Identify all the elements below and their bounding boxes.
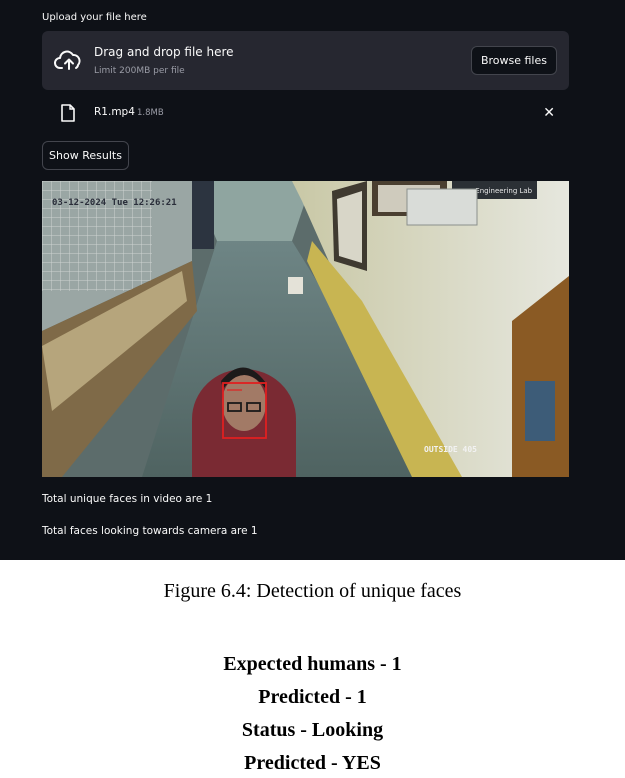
browse-files-button[interactable]: Browse files xyxy=(470,46,557,75)
looking-faces-result: Total faces looking towards camera are 1 xyxy=(42,525,258,537)
dropzone-limit: Limit 200MB per file xyxy=(94,66,185,76)
unique-faces-result: Total unique faces in video are 1 xyxy=(42,493,213,505)
camera-label-overlay: OUTSIDE 405 xyxy=(424,445,477,454)
status-line: Status - Looking xyxy=(241,719,384,741)
file-dropzone[interactable]: Drag and drop file here Limit 200MB per … xyxy=(42,31,569,90)
expected-humans-line: Expected humans - 1 xyxy=(223,653,402,675)
uploaded-file-row: R1.mp4 1.8MB ✕ xyxy=(42,100,569,126)
video-frame: ware Engineering Lab 03-12-2024 Tue 12:2… xyxy=(42,181,569,477)
streamlit-app: Upload your file here Drag and drop file… xyxy=(0,0,625,560)
timestamp-overlay: 03-12-2024 Tue 12:26:21 xyxy=(52,198,177,208)
predicted-yes-line: Predicted - YES xyxy=(244,752,381,774)
file-size: 1.8MB xyxy=(137,108,164,118)
close-icon[interactable]: ✕ xyxy=(543,105,555,121)
figure-caption: Figure 6.4: Detection of unique faces xyxy=(163,580,462,602)
cloud-upload-icon xyxy=(54,50,81,70)
file-icon xyxy=(61,104,75,122)
dropzone-title: Drag and drop file here xyxy=(94,45,234,59)
show-results-button[interactable]: Show Results xyxy=(42,141,129,170)
predicted-count-line: Predicted - 1 xyxy=(258,686,367,708)
upload-label: Upload your file here xyxy=(42,12,147,23)
cctv-frame-image: ware Engineering Lab 03-12-2024 Tue 12:2… xyxy=(42,181,569,477)
file-name: R1.mp4 xyxy=(94,106,135,118)
